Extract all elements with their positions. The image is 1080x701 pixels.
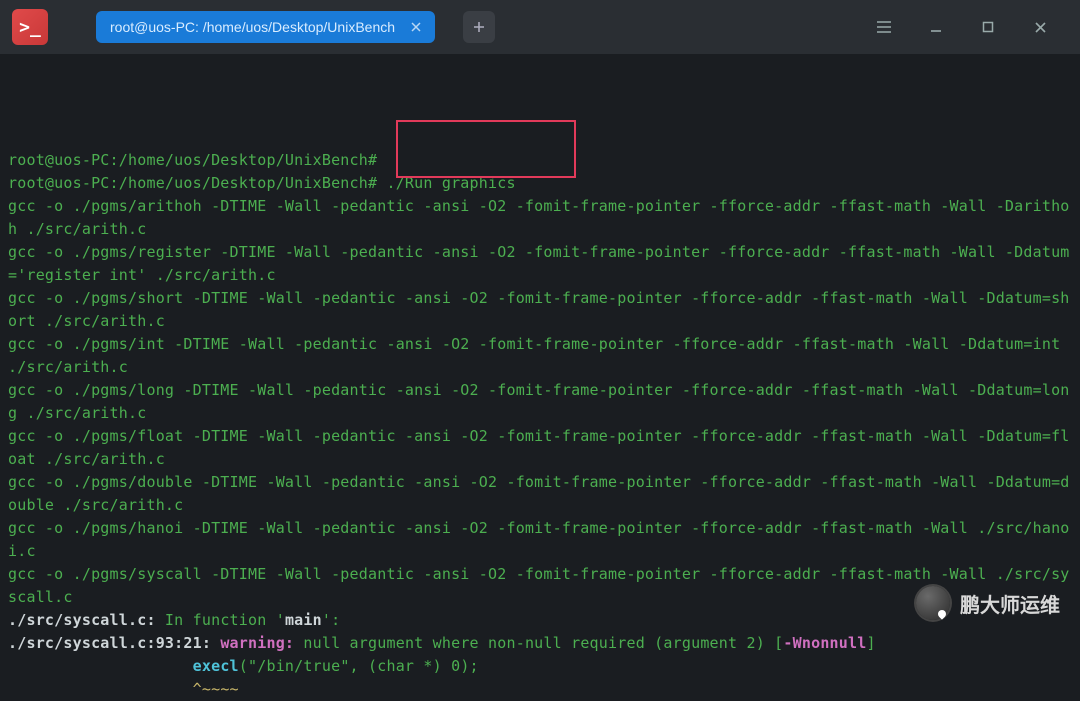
command: ./Run graphics [377, 174, 515, 192]
prompt: root@uos-PC:/home/uos/Desktop/UnixBench# [8, 151, 377, 169]
window-controls [872, 15, 1068, 39]
code-call: execl [193, 657, 239, 675]
new-tab-button[interactable] [463, 11, 495, 43]
watermark-text: 鹏大师运维 [960, 589, 1060, 618]
maximize-icon[interactable] [976, 15, 1000, 39]
terminal-app-icon[interactable]: >_ [12, 9, 48, 45]
warn-flag: -Wnonnull [783, 634, 866, 652]
warn-loc: ./src/syscall.c:93:21: [8, 634, 220, 652]
output-line: gcc -o ./pgms/syscall -DTIME -Wall -peda… [8, 565, 1070, 606]
tab-active[interactable]: root@uos-PC: /home/uos/Desktop/UnixBench [96, 11, 435, 43]
caret-indent [8, 680, 193, 698]
output-line: gcc -o ./pgms/short -DTIME -Wall -pedant… [8, 289, 1070, 330]
code-args: ("/bin/true", (char *) 0); [239, 657, 479, 675]
minimize-icon[interactable] [924, 15, 948, 39]
wechat-icon [916, 586, 950, 620]
warn-func: main [285, 611, 322, 629]
titlebar: >_ root@uos-PC: /home/uos/Desktop/UnixBe… [0, 0, 1080, 54]
warn-text: In function ' [156, 611, 285, 629]
tab-close-icon[interactable] [407, 18, 425, 36]
output-line: gcc -o ./pgms/float -DTIME -Wall -pedant… [8, 427, 1070, 468]
hamburger-menu-icon[interactable] [872, 15, 896, 39]
caret-marker: ^~~~~ [193, 680, 239, 698]
warn-text: ': [322, 611, 340, 629]
output-line: gcc -o ./pgms/register -DTIME -Wall -ped… [8, 243, 1070, 284]
output-line: gcc -o ./pgms/long -DTIME -Wall -pedanti… [8, 381, 1070, 422]
output-line: gcc -o ./pgms/int -DTIME -Wall -pedantic… [8, 335, 1070, 376]
output-line: gcc -o ./pgms/hanoi -DTIME -Wall -pedant… [8, 519, 1070, 560]
warn-close: ] [866, 634, 875, 652]
tab-title: root@uos-PC: /home/uos/Desktop/UnixBench [110, 19, 395, 35]
warn-msg: null argument where non-null required (a… [294, 634, 783, 652]
prompt: root@uos-PC:/home/uos/Desktop/UnixBench# [8, 174, 377, 192]
warn-file: ./src/syscall.c: [8, 611, 156, 629]
output-line: gcc -o ./pgms/double -DTIME -Wall -pedan… [8, 473, 1070, 514]
close-icon[interactable] [1028, 15, 1052, 39]
watermark: 鹏大师运维 [916, 586, 1060, 620]
code-indent [8, 657, 193, 675]
output-line: gcc -o ./pgms/arithoh -DTIME -Wall -peda… [8, 197, 1070, 238]
warn-tag: warning: [220, 634, 294, 652]
